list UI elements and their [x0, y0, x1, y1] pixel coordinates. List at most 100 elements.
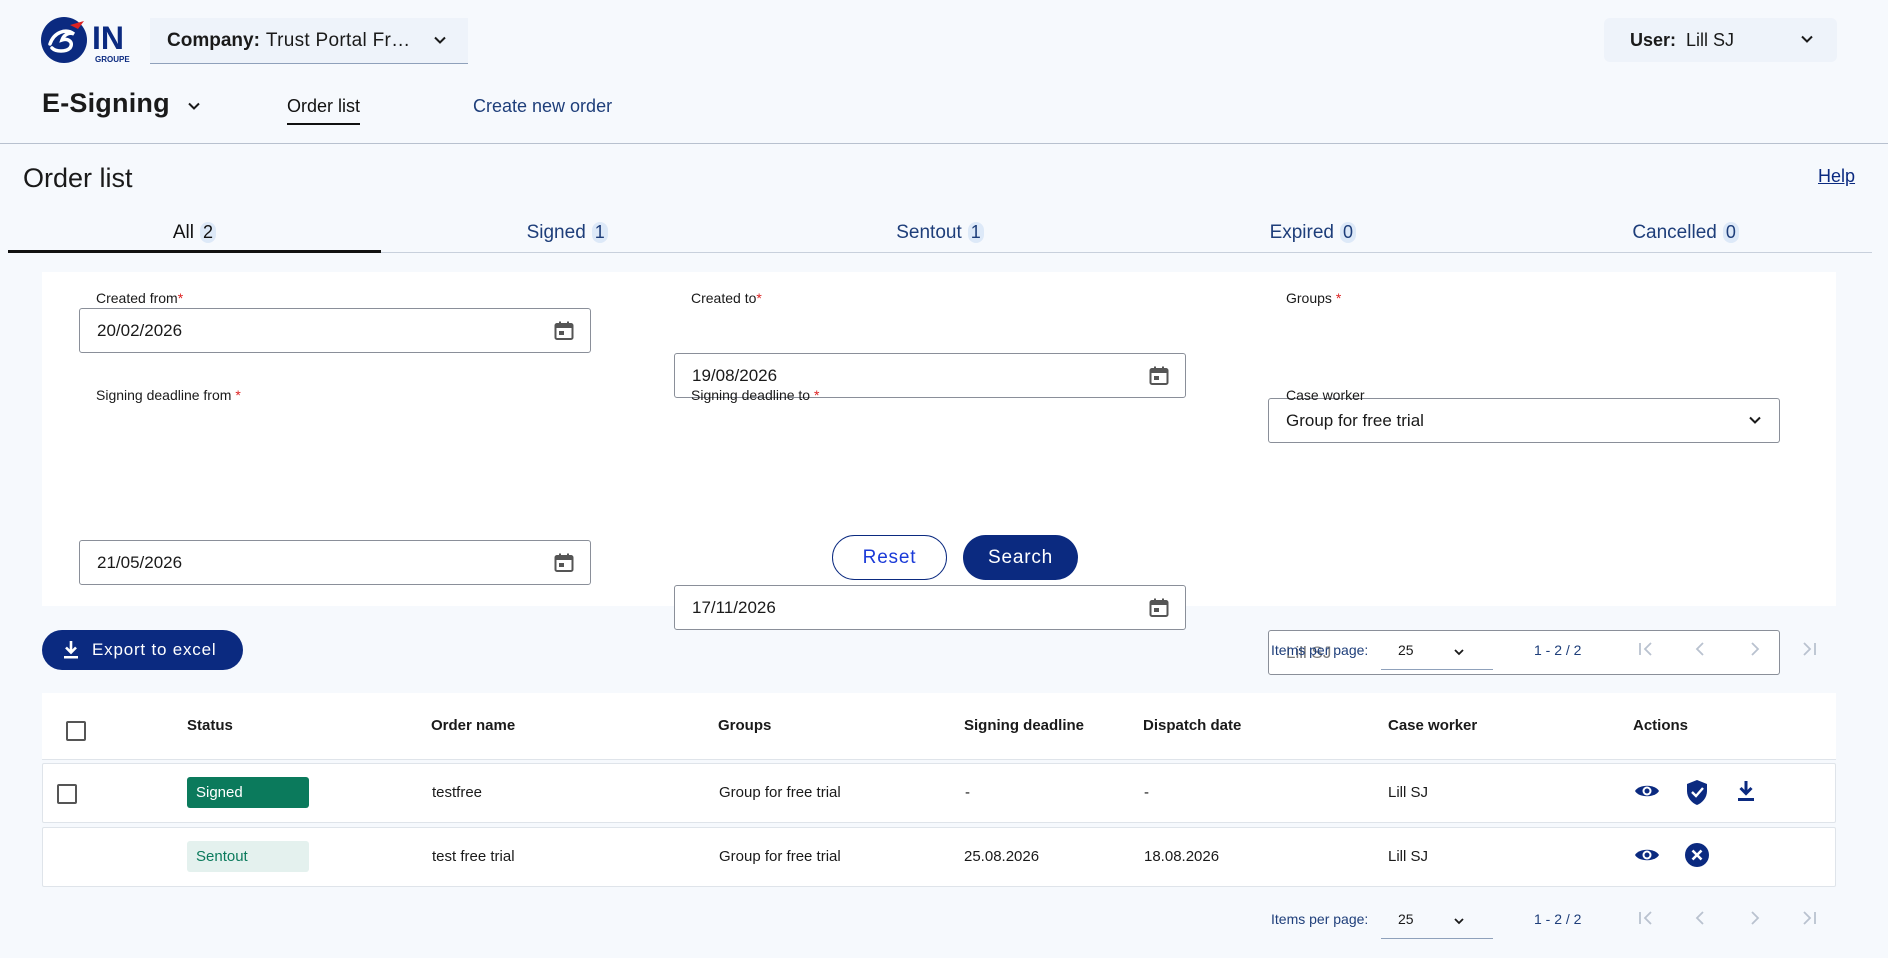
tab-label: Signed: [526, 222, 586, 243]
chevron-down-icon: [1453, 914, 1465, 930]
tab-label: Cancelled: [1632, 222, 1717, 243]
reset-button[interactable]: Reset: [832, 535, 947, 580]
deadline-from-value: 21/05/2026: [97, 552, 183, 572]
app-switcher-chevron-icon[interactable]: [186, 98, 202, 119]
order-name-cell: testfree: [432, 784, 483, 801]
page-range: 1 - 2 / 2: [1534, 642, 1582, 658]
company-label: Company:: [167, 29, 260, 51]
first-page-icon[interactable]: [1637, 909, 1655, 930]
created-from-label: Created from*: [96, 290, 184, 306]
dispatch-date-cell: -: [1144, 784, 1149, 801]
app-name: E-Signing: [42, 88, 170, 118]
deadline-to-field[interactable]: 17/11/2026: [674, 585, 1186, 630]
column-header-order-name[interactable]: Order name: [431, 717, 515, 734]
items-per-page-label: Items per page:: [1271, 642, 1369, 658]
user-label: User:: [1630, 29, 1677, 50]
tab-signed[interactable]: Signed 1: [381, 217, 754, 252]
page-title: Order list: [23, 163, 133, 193]
created-from-field[interactable]: 20/02/2026: [79, 308, 591, 353]
view-icon[interactable]: [1633, 778, 1661, 809]
page-range: 1 - 2 / 2: [1534, 911, 1582, 927]
tab-label: Sentout: [896, 222, 962, 243]
groups-cell: Group for free trial: [719, 784, 841, 801]
chevron-down-icon: [1747, 412, 1763, 433]
column-header-actions: Actions: [1633, 717, 1689, 734]
first-page-icon[interactable]: [1637, 640, 1655, 661]
table-row[interactable]: Sentout test free trial Group for free t…: [42, 827, 1836, 887]
header-divider: [0, 143, 1888, 144]
created-to-label: Created to*: [691, 290, 762, 306]
column-header-signing-deadline[interactable]: Signing deadline: [964, 717, 1084, 734]
signing-deadline-cell: -: [965, 784, 970, 801]
tab-all[interactable]: All 2: [8, 217, 381, 253]
company-logo[interactable]: IN GROUPE: [40, 16, 140, 64]
tab-count: 1: [591, 222, 608, 243]
case-worker-label: Case worker: [1286, 387, 1365, 403]
chevron-down-icon: [1799, 31, 1815, 52]
column-header-status[interactable]: Status: [187, 717, 233, 734]
row-checkbox[interactable]: [57, 784, 77, 804]
tab-sentout[interactable]: Sentout 1: [754, 217, 1127, 252]
nav-create-new-order[interactable]: Create new order: [473, 96, 612, 117]
previous-page-icon[interactable]: [1691, 909, 1709, 930]
tab-count: 0: [1722, 222, 1739, 243]
calendar-icon[interactable]: [552, 551, 576, 580]
column-header-case-worker[interactable]: Case worker: [1388, 717, 1477, 734]
help-link[interactable]: Help: [1818, 166, 1855, 187]
groups-value: Group for free trial: [1286, 410, 1424, 430]
items-per-page-label: Items per page:: [1271, 911, 1369, 927]
groups-label: Groups *: [1286, 290, 1342, 306]
nav-order-list[interactable]: Order list: [287, 96, 361, 125]
search-button[interactable]: Search: [963, 535, 1078, 580]
deadline-from-field[interactable]: 21/05/2026: [79, 540, 591, 585]
logo-subtext: GROUPE: [95, 55, 130, 64]
items-per-page-select[interactable]: 25: [1381, 630, 1493, 670]
status-badge: Signed: [187, 777, 309, 808]
groups-cell: Group for free trial: [719, 848, 841, 865]
export-to-excel-button[interactable]: Export to excel: [42, 630, 243, 670]
download-icon[interactable]: [1735, 778, 1757, 809]
deadline-to-label: Signing deadline to *: [691, 387, 820, 403]
column-header-groups[interactable]: Groups: [718, 717, 771, 734]
tab-cancelled[interactable]: Cancelled 0: [1499, 217, 1872, 252]
calendar-icon[interactable]: [1147, 596, 1171, 625]
items-per-page-value: 25: [1398, 641, 1414, 658]
select-all-checkbox[interactable]: [66, 721, 86, 741]
company-value: Trust Portal Fre...: [265, 29, 416, 51]
status-badge: Sentout: [187, 841, 309, 872]
tab-label: All: [172, 222, 194, 243]
cancel-order-icon[interactable]: [1684, 842, 1710, 873]
next-page-icon[interactable]: [1746, 640, 1764, 661]
chevron-down-icon: [432, 32, 448, 54]
tab-expired[interactable]: Expired 0: [1126, 217, 1499, 252]
items-per-page-value: 25: [1398, 910, 1414, 927]
next-page-icon[interactable]: [1746, 909, 1764, 930]
user-menu[interactable]: User: Lill SJ: [1604, 18, 1837, 62]
tab-count: 0: [1339, 222, 1356, 243]
case-worker-cell: Lill SJ: [1388, 848, 1429, 865]
last-page-icon[interactable]: [1800, 640, 1818, 661]
previous-page-icon[interactable]: [1691, 640, 1709, 661]
tab-label: Expired: [1269, 222, 1334, 243]
company-selector[interactable]: Company: Trust Portal Fre...: [150, 18, 468, 64]
created-from-value: 20/02/2026: [97, 320, 183, 340]
deadline-to-value: 17/11/2026: [692, 597, 776, 617]
verify-shield-icon[interactable]: [1684, 778, 1710, 811]
export-label: Export to excel: [92, 640, 217, 659]
download-icon: [64, 641, 78, 659]
tab-count: 1: [967, 222, 984, 243]
calendar-icon[interactable]: [1147, 364, 1171, 393]
pagination-bottom: Items per page: 25 1 - 2 / 2: [1271, 899, 1831, 939]
groups-select[interactable]: Group for free trial: [1268, 398, 1780, 443]
pagination-top: Items per page: 25 1 - 2 / 2: [1271, 630, 1831, 670]
table-row[interactable]: Signed testfree Group for free trial - -…: [42, 763, 1836, 823]
deadline-from-label: Signing deadline from *: [96, 387, 241, 403]
order-name-cell: test free trial: [432, 848, 515, 865]
view-icon[interactable]: [1633, 842, 1661, 873]
status-tabs: All 2 Signed 1 Sentout 1 Expired 0 Cancelled…: [8, 217, 1872, 253]
tab-count: 2: [199, 222, 216, 243]
last-page-icon[interactable]: [1800, 909, 1818, 930]
items-per-page-select[interactable]: 25: [1381, 899, 1493, 939]
calendar-icon[interactable]: [552, 319, 576, 348]
column-header-dispatch-date[interactable]: Dispatch date: [1143, 717, 1241, 734]
